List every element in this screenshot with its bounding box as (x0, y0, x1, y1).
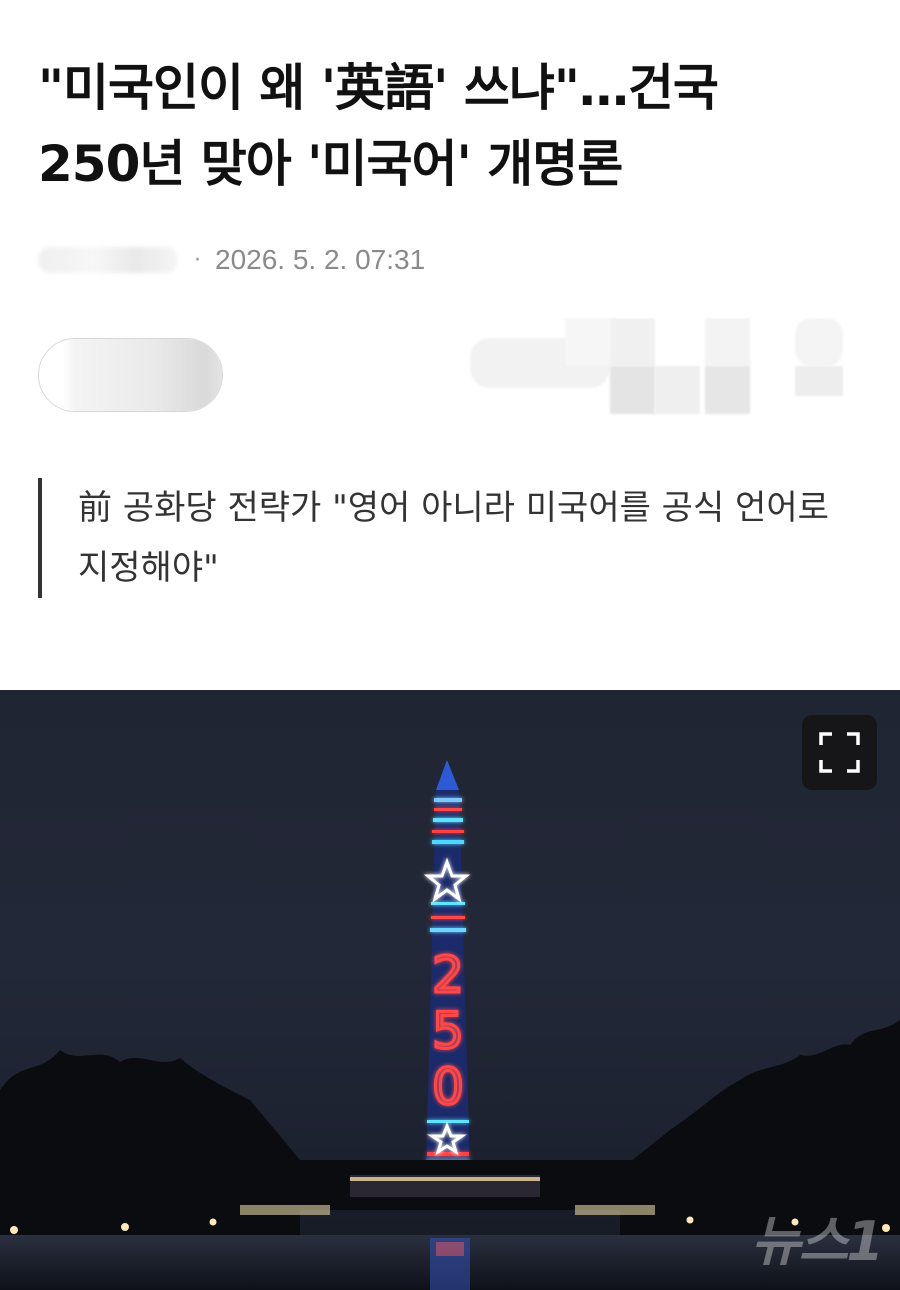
headline-line-2: 250년 맞아 '미국어' 개명론 (38, 135, 623, 193)
blurred-byline (38, 247, 178, 273)
article-summary-quote: 前 공화당 전략가 "영어 아니라 미국어를 공식 언어로 지정해야" (38, 478, 858, 598)
headline-line-1: "미국인이 왜 '英語' 쓰냐"…건국 (38, 59, 719, 117)
article-photo[interactable]: 2 5 0 뉴스1 (0, 690, 900, 1290)
monument-number-0: 0 (432, 1058, 464, 1116)
monument-number-2: 2 (432, 946, 464, 1004)
meta-separator: · (194, 247, 201, 273)
monument-number-5: 5 (432, 1002, 464, 1060)
publish-date: 2026. 5. 2. 07:31 (215, 244, 426, 275)
blurred-region (69, 339, 222, 411)
summary-text: 前 공화당 전략가 "영어 아니라 미국어를 공식 언어로 지정해야" (78, 488, 829, 588)
article-headline: "미국인이 왜 '英語' 쓰냐"…건국 250년 맞아 '미국어' 개명론 (38, 50, 868, 202)
news-watermark: 뉴스1 (751, 1210, 884, 1273)
blurred-action-group[interactable] (470, 318, 845, 418)
blurred-action-button[interactable] (38, 338, 223, 412)
article-meta: · 2026. 5. 2. 07:31 (38, 240, 638, 280)
expand-photo-button[interactable] (802, 715, 877, 790)
expand-icon (819, 732, 860, 773)
monument-obelisk: 2 5 0 (423, 760, 471, 1168)
